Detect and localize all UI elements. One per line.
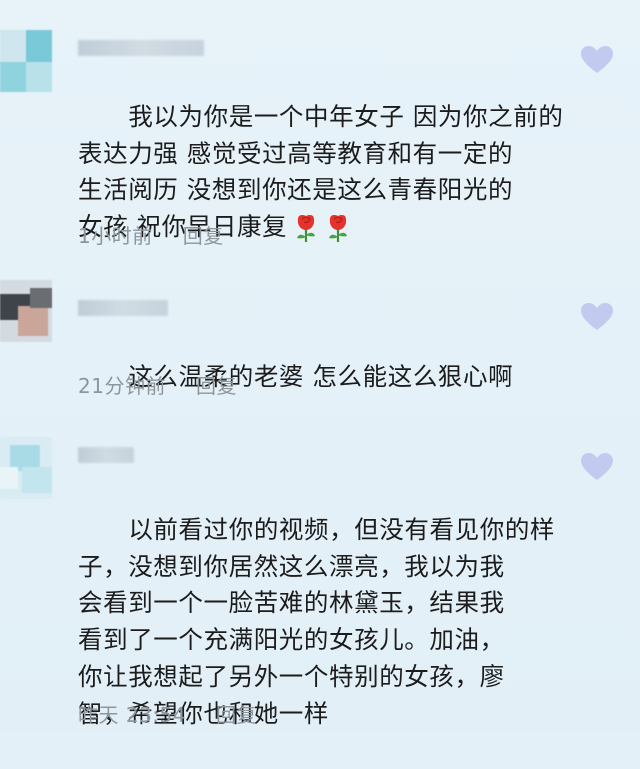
comment-meta: 1小时前 回复 xyxy=(78,220,224,249)
username[interactable] xyxy=(78,447,134,463)
reply-button[interactable]: 回复 xyxy=(196,370,237,399)
heart-icon[interactable] xyxy=(580,302,614,332)
comment-text: 我以为你是一个中年女子 因为你之前的 表达力强 感觉受过高等教育和有一定的 生活… xyxy=(78,62,580,283)
heart-icon[interactable] xyxy=(580,452,614,482)
comment-item: 以前看过你的视频，但没有看见你的样 子，没想到你居然这么漂亮，我以为我 会看到一… xyxy=(0,425,640,733)
comment-time: 昨天 23:54 xyxy=(78,703,186,727)
username[interactable] xyxy=(78,40,204,56)
avatar[interactable] xyxy=(0,280,52,342)
rose-emoji xyxy=(329,215,348,243)
comment-item: 我以为你是一个中年女子 因为你之前的 表达力强 感觉受过高等教育和有一定的 生活… xyxy=(0,0,640,260)
comment-time: 1小时前 xyxy=(78,224,153,248)
rose-emoji xyxy=(297,215,316,243)
comment-meta: 昨天 23:54 回复 xyxy=(78,699,257,728)
username[interactable] xyxy=(78,300,168,316)
avatar[interactable] xyxy=(0,30,52,92)
comment-body: 以前看过你的视频，但没有看见你的样 子，没想到你居然这么漂亮，我以为我 会看到一… xyxy=(78,514,556,728)
comment-time: 21分钟前 xyxy=(78,374,166,398)
heart-icon[interactable] xyxy=(580,45,614,75)
comment-list: 我以为你是一个中年女子 因为你之前的 表达力强 感觉受过高等教育和有一定的 生活… xyxy=(0,0,640,733)
avatar[interactable] xyxy=(0,437,52,499)
comment-meta: 21分钟前 回复 xyxy=(78,370,237,399)
comment-item: 这么温柔的老婆 怎么能这么狠心啊 21分钟前 回复 xyxy=(0,270,640,410)
reply-button[interactable]: 回复 xyxy=(183,220,224,249)
reply-button[interactable]: 回复 xyxy=(216,699,257,728)
